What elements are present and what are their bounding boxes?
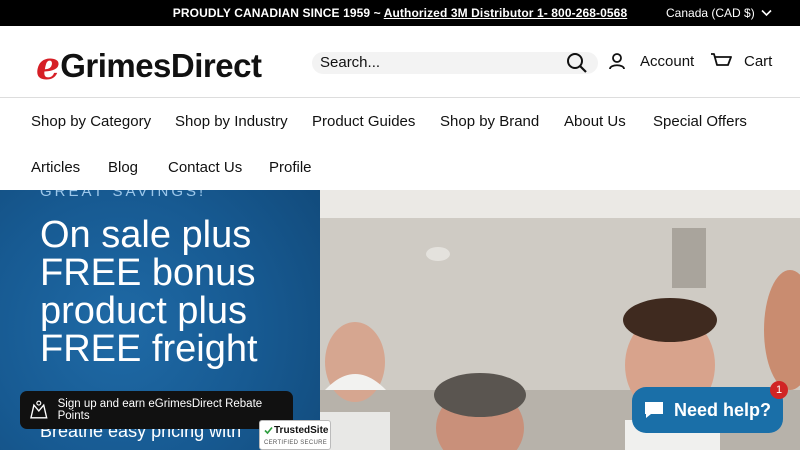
trusted-site-subtitle: CERTIFIED SECURE <box>264 440 328 446</box>
rebate-text: Sign up and earn eGrimesDirect Rebate Po… <box>57 398 263 422</box>
site-header: e GrimesDirect Search... Account Cart <box>0 26 800 98</box>
currency-label: Canada (CAD $) <box>666 6 755 20</box>
cart-icon <box>711 53 732 66</box>
search-input[interactable]: Search... <box>312 52 598 74</box>
currency-selector[interactable]: Canada (CAD $) <box>666 6 772 20</box>
hero-headline: On sale plus FREE bonus product plus FRE… <box>40 214 258 370</box>
nav-item-about-us[interactable]: About Us <box>564 113 626 130</box>
chevron-down-icon <box>761 9 772 17</box>
promo-prefix: PROUDLY CANADIAN SINCE 1959 ~ <box>172 6 384 20</box>
account-icon <box>609 53 625 70</box>
nav-item-contact-us[interactable]: Contact Us <box>168 159 242 176</box>
hero-kicker: GREAT SAVINGS! <box>40 190 207 200</box>
nav-item-shop-by-category[interactable]: Shop by Category <box>31 113 151 130</box>
logo-wordmark: GrimesDirect <box>60 47 262 84</box>
chat-help-button[interactable]: Need help? <box>632 387 783 433</box>
main-navigation: Shop by Category Shop by Industry Produc… <box>0 98 800 190</box>
rebate-signup-button[interactable]: Sign up and earn eGrimesDirect Rebate Po… <box>20 391 293 429</box>
cart-label: Cart <box>744 52 773 70</box>
chat-notification-badge: 1 <box>770 381 788 399</box>
logo-e: e <box>36 43 61 88</box>
nav-item-blog[interactable]: Blog <box>108 159 138 176</box>
chat-icon <box>645 402 663 418</box>
search-placeholder: Search... <box>320 54 381 71</box>
nav-item-profile[interactable]: Profile <box>269 159 312 176</box>
search-icon[interactable] <box>564 50 590 76</box>
checkmark-icon <box>264 426 273 435</box>
announcement-bar: PROUDLY CANADIAN SINCE 1959 ~ Authorized… <box>0 0 800 26</box>
rebate-icon <box>30 400 48 419</box>
nav-item-shop-by-industry[interactable]: Shop by Industry <box>175 113 288 130</box>
account-link[interactable]: Account <box>608 52 694 70</box>
site-logo[interactable]: e GrimesDirect <box>36 43 262 88</box>
nav-item-articles[interactable]: Articles <box>31 159 80 176</box>
cart-link[interactable]: Cart <box>710 52 772 70</box>
account-label: Account <box>640 52 695 70</box>
trusted-site-title: TrustedSite <box>274 425 329 436</box>
distributor-phone-link[interactable]: Authorized 3M Distributor 1- 800-268-056… <box>384 6 628 20</box>
nav-item-shop-by-brand[interactable]: Shop by Brand <box>440 113 539 130</box>
nav-item-special-offers[interactable]: Special Offers <box>653 113 747 130</box>
trusted-site-badge[interactable]: TrustedSite CERTIFIED SECURE <box>259 420 331 450</box>
nav-item-product-guides[interactable]: Product Guides <box>312 113 415 130</box>
chat-help-label: Need help? <box>674 399 772 420</box>
